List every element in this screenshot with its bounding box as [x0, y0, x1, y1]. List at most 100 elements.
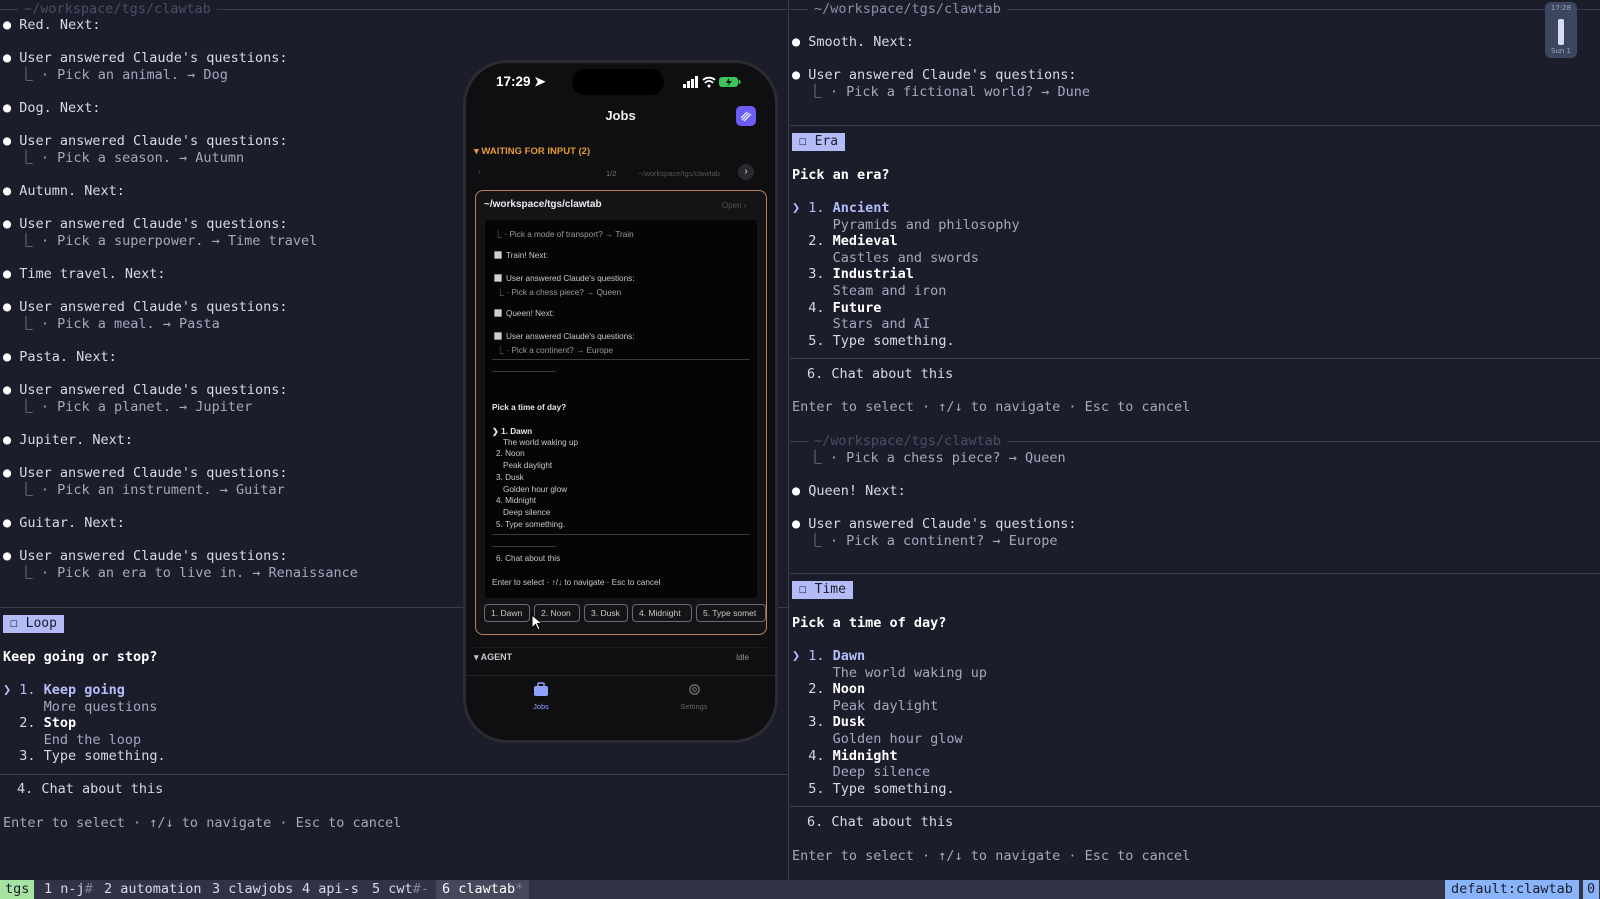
- phone-option[interactable]: 5. Type something.: [496, 520, 565, 529]
- compose-button[interactable]: [736, 106, 756, 126]
- time-badge: ☐ Time: [792, 581, 853, 599]
- compose-icon: [740, 111, 752, 122]
- option-label[interactable]: Medieval: [833, 233, 898, 249]
- tmux-window-tab[interactable]: 1 n-j#: [44, 880, 93, 899]
- option-description: Golden hour glow: [792, 731, 963, 747]
- pane-divider[interactable]: [788, 0, 789, 880]
- time-hint: Enter to select · ↑/↓ to navigate · Esc …: [792, 848, 1191, 864]
- transcript-bullet-line: ● User answered Claude's questions:: [3, 50, 287, 67]
- waiting-section-header[interactable]: ▾ WAITING FOR INPUT (2): [474, 146, 590, 157]
- session-name[interactable]: tgs: [0, 880, 35, 899]
- tmux-window-tab[interactable]: 5 cwt#-: [372, 880, 429, 899]
- phone-option[interactable]: 4. Midnight: [496, 496, 536, 505]
- option-row[interactable]: ❯ 1. Ancient: [792, 200, 890, 217]
- option-label[interactable]: Dusk: [833, 714, 866, 730]
- phone-option[interactable]: 3. Dusk: [496, 473, 524, 482]
- tree-answer-text: ⎿ · Pick a superpower. → Time travel: [3, 232, 318, 249]
- option-row[interactable]: 4. Midnight: [792, 748, 898, 765]
- option-label[interactable]: Future: [833, 300, 882, 316]
- tmux-window-label: 1 n-j: [44, 881, 85, 897]
- term-line: Queen! Next:: [506, 309, 555, 318]
- option-label[interactable]: Stop: [44, 715, 77, 731]
- pager-next-button[interactable]: ›: [738, 164, 754, 180]
- tmux-window-tab[interactable]: 6 clawtab*: [436, 880, 530, 899]
- tab-bar: Jobs Settings: [466, 675, 775, 740]
- clock-day: Sun 1: [1551, 47, 1571, 55]
- option-label[interactable]: Type something.: [44, 748, 166, 764]
- pager-prev-icon[interactable]: ‹: [478, 166, 481, 176]
- option-number: 2.: [19, 715, 44, 732]
- clock-icon: [1558, 19, 1564, 45]
- agent-section-header[interactable]: ▾ AGENT: [474, 652, 512, 663]
- option-row[interactable]: ❯ 1. Keep going: [3, 682, 125, 699]
- gear-icon: [688, 684, 700, 695]
- option-label[interactable]: Dawn: [833, 648, 866, 664]
- tmux-window-tab[interactable]: 4 api-s: [302, 880, 359, 899]
- option-label[interactable]: Midnight: [833, 748, 898, 764]
- tab-settings[interactable]: Settings: [676, 682, 712, 711]
- job-card[interactable]: ~/workspace/tgs/clawtab Open › ⎿ · Pick …: [475, 190, 767, 635]
- loop-badge: ☐ Loop: [3, 615, 64, 633]
- bullet-icon: ●: [3, 183, 20, 199]
- time-chat-option[interactable]: 6. Chat about this: [807, 814, 953, 831]
- right-pane-title: ~/workspace/tgs/clawtab: [808, 1, 1007, 17]
- bullet-icon: ●: [792, 34, 809, 50]
- tmux-window-tab[interactable]: 2 automation: [104, 880, 202, 899]
- option-row[interactable]: 2. Noon: [792, 681, 865, 698]
- tmux-window-tab[interactable]: 3 clawjobs: [212, 880, 293, 899]
- tmux-window-label: 2 automation: [104, 881, 202, 897]
- option-label[interactable]: Noon: [833, 681, 866, 697]
- option-label[interactable]: Industrial: [833, 266, 914, 282]
- transcript-text: User answered Claude's questions:: [19, 133, 288, 150]
- tree-answer-text: ⎿ · Pick a season. → Autumn: [3, 149, 245, 166]
- term-divider: [492, 371, 556, 372]
- answer-chip[interactable]: 1. Dawn: [484, 604, 530, 622]
- era-chat-option[interactable]: 6. Chat about this: [807, 366, 953, 383]
- option-row[interactable]: 2. Medieval: [792, 233, 898, 250]
- option-row[interactable]: 3. Dusk: [792, 714, 865, 731]
- tab-settings-label: Settings: [680, 702, 708, 711]
- option-label[interactable]: Type something.: [833, 333, 955, 349]
- loop-chat-option[interactable]: 4. Chat about this: [17, 781, 163, 798]
- job-card-open-link[interactable]: Open ›: [722, 201, 746, 210]
- phone-hint: Enter to select · ↑/↓ to navigate · Esc …: [492, 578, 661, 587]
- tmux-window-label: 3 clawjobs: [212, 881, 294, 897]
- phone-option[interactable]: ❯ 1. Dawn: [492, 426, 532, 436]
- phone-option[interactable]: 2. Noon: [496, 449, 525, 458]
- transcript-bullet-line: ● User answered Claude's questions:: [3, 548, 287, 565]
- option-row[interactable]: ❯ 1. Dawn: [792, 648, 865, 665]
- option-row[interactable]: 5. Type something.: [792, 333, 955, 350]
- transcript-bullet-line: ● Autumn. Next:: [3, 183, 125, 200]
- transcript-bullet-line: ● Jupiter. Next:: [3, 432, 133, 449]
- bullet-icon: [494, 251, 502, 259]
- option-label[interactable]: Type something.: [833, 781, 955, 797]
- option-row[interactable]: 3. Type something.: [3, 748, 166, 765]
- right-terminal-pane[interactable]: ~/workspace/tgs/clawtab ● Smooth. Next: ●…: [790, 0, 1600, 880]
- option-label[interactable]: Ancient: [833, 200, 890, 216]
- tab-jobs[interactable]: Jobs: [526, 682, 556, 711]
- answer-chip[interactable]: 4. Midnight: [632, 604, 692, 622]
- answer-chip[interactable]: 5. Type somet: [696, 604, 766, 622]
- term-line: ⎿ · Pick a continent? → Europe: [496, 346, 613, 355]
- transcript-answer-line: ⎿ · Pick a meal. → Pasta: [3, 316, 219, 333]
- bullet-icon: ●: [3, 465, 20, 482]
- transcript-bullet-line: ● User answered Claude's questions:: [792, 67, 1076, 84]
- era-question: Pick an era?: [792, 167, 890, 183]
- tree-answer-text: ⎿ · Pick an animal. → Dog: [3, 66, 228, 83]
- option-row[interactable]: 3. Industrial: [792, 266, 914, 283]
- option-label[interactable]: Keep going: [44, 682, 125, 698]
- option-row[interactable]: 5. Type something.: [792, 781, 955, 798]
- tmux-status-bar: tgs 1 n-j# 2 automation 3 clawjobs 4 api-s 5…: [0, 880, 1600, 899]
- transcript-bullet-line: ● Smooth. Next:: [792, 34, 914, 51]
- tmux-window-flag: #-: [412, 881, 429, 897]
- transcript-bullet-line: ● Red. Next:: [3, 17, 101, 34]
- option-row[interactable]: 4. Future: [792, 300, 881, 317]
- phone-option-desc: Golden hour glow: [503, 484, 568, 494]
- era-top-separator: [790, 125, 1600, 126]
- tree-answer-text: ⎿ · Pick an era to live in. → Renaissanc…: [3, 564, 358, 581]
- loop-hint: Enter to select · ↑/↓ to navigate · Esc …: [3, 815, 402, 831]
- transcript-answer-line: ⎿ · Pick an era to live in. → Renaissanc…: [3, 565, 358, 582]
- phone-chat-option[interactable]: 6. Chat about this: [496, 554, 560, 563]
- option-row[interactable]: 2. Stop: [3, 715, 76, 732]
- answer-chip[interactable]: 3. Dusk: [584, 604, 628, 622]
